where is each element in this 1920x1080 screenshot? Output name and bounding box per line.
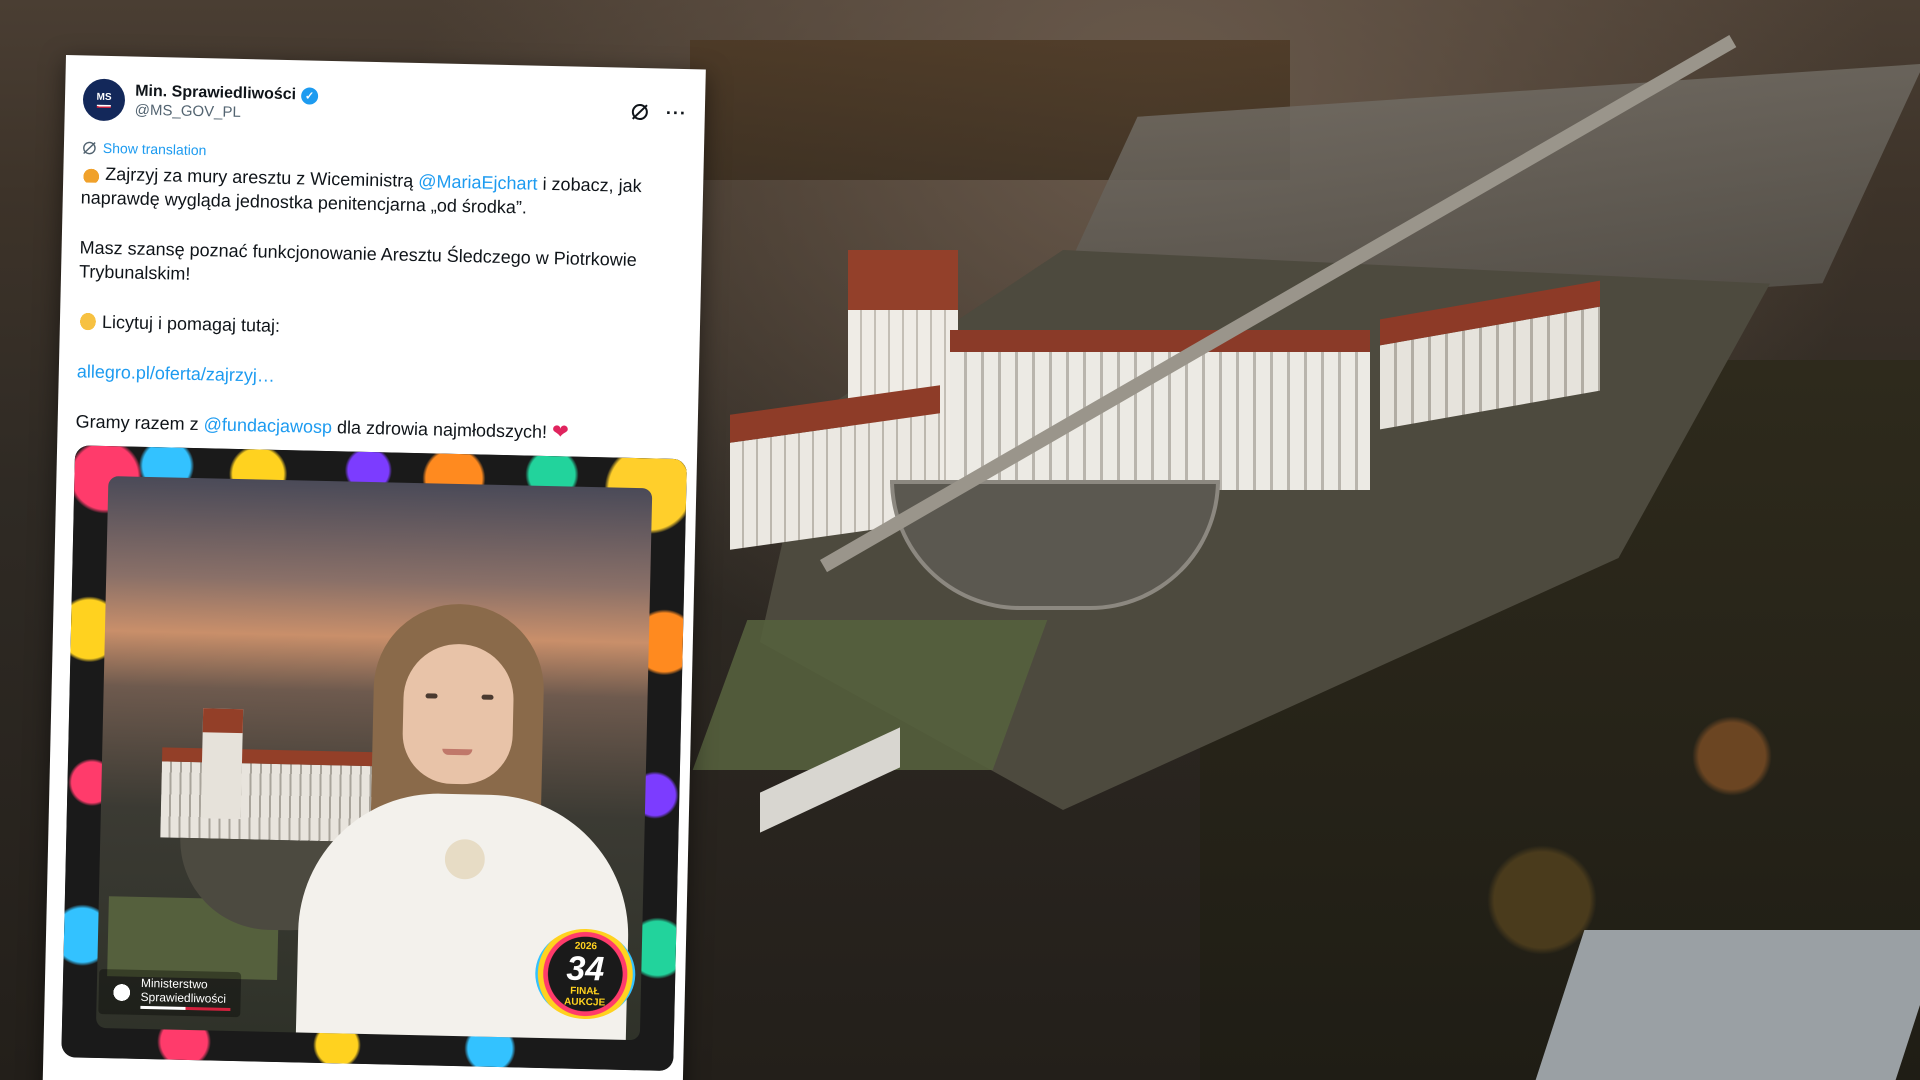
tweet-p1-start: Zajrzyj za mury aresztu z Wiceministrą (105, 163, 419, 192)
ministry-logo-line-2: Sprawiedliwości (140, 989, 227, 1006)
pointing-hand-emoji-icon (77, 310, 99, 331)
tweet-paragraph-5: Gramy razem z @fundacjawosp dla zdrowia … (75, 409, 679, 447)
tweet-p5-start: Gramy razem z (75, 411, 204, 435)
tweet-card: MS Min. Sprawiedliwości ✓ @MS_GOV_PL ···… (42, 55, 706, 1080)
badge-line-2: AUKCJE (563, 996, 606, 1008)
allegro-link[interactable]: allegro.pl/oferta/zajrzyj… (77, 361, 275, 385)
building-roof (1535, 930, 1920, 1080)
more-icon[interactable]: ··· (666, 102, 687, 123)
prison-main-building (950, 330, 1370, 490)
grok-icon[interactable] (630, 102, 650, 122)
eagle-icon (108, 978, 136, 1006)
avatar-text: MS (96, 91, 112, 103)
person-bow (443, 813, 486, 905)
avatar[interactable]: MS (82, 78, 126, 122)
lock-emoji-icon (81, 162, 102, 183)
person-eye (425, 693, 438, 699)
tweet-paragraph-3: Licytuj i pomagaj tutaj: (77, 309, 682, 347)
person-mouth (442, 748, 473, 756)
ministry-flag-line (140, 1005, 231, 1011)
tweet-text: Zajrzyj za mury aresztu z Wiceministrą @… (75, 161, 685, 447)
flag-icon (96, 104, 111, 108)
badge-line-1: FINAŁ (570, 985, 600, 997)
ministry-logo-text: Ministerstwo Sprawiedliwości (140, 976, 231, 1011)
author-names: Min. Sprawiedliwości ✓ @MS_GOV_PL (135, 83, 631, 130)
tweet-p3-text: Licytuj i pomagaj tutaj: (101, 311, 281, 336)
heart-emoji-icon: ❤ (551, 421, 570, 444)
ministry-logo: Ministerstwo Sprawiedliwości (98, 968, 242, 1018)
tweet-paragraph-1: Zajrzyj za mury aresztu z Wiceministrą @… (81, 161, 686, 223)
tweet-media-image[interactable]: Ministerstwo Sprawiedliwości 2026 34 FIN… (61, 445, 687, 1072)
mention-mariaejchart[interactable]: @MariaEjchart (418, 171, 538, 194)
show-translation-label: Show translation (102, 139, 207, 159)
person-face (401, 642, 515, 786)
tweet-paragraph-4: allegro.pl/oferta/zajrzyj… (77, 359, 681, 397)
author-display-name[interactable]: Min. Sprawiedliwości (135, 83, 296, 105)
tweet-p5-end: dla zdrowia najmłodszych! (331, 417, 553, 443)
globe-icon (83, 141, 96, 154)
person-eye (481, 694, 494, 700)
tweet-header: MS Min. Sprawiedliwości ✓ @MS_GOV_PL ··· (82, 69, 687, 143)
badge-number: 34 (566, 949, 605, 988)
mention-fundacjawosp[interactable]: @fundacjawosp (203, 414, 332, 437)
header-actions: ··· (630, 101, 687, 123)
media-prison-tower (200, 708, 244, 820)
verified-badge-icon: ✓ (300, 86, 319, 105)
tweet-paragraph-2: Masz szansę poznać funkcjonowanie Areszt… (78, 237, 638, 284)
